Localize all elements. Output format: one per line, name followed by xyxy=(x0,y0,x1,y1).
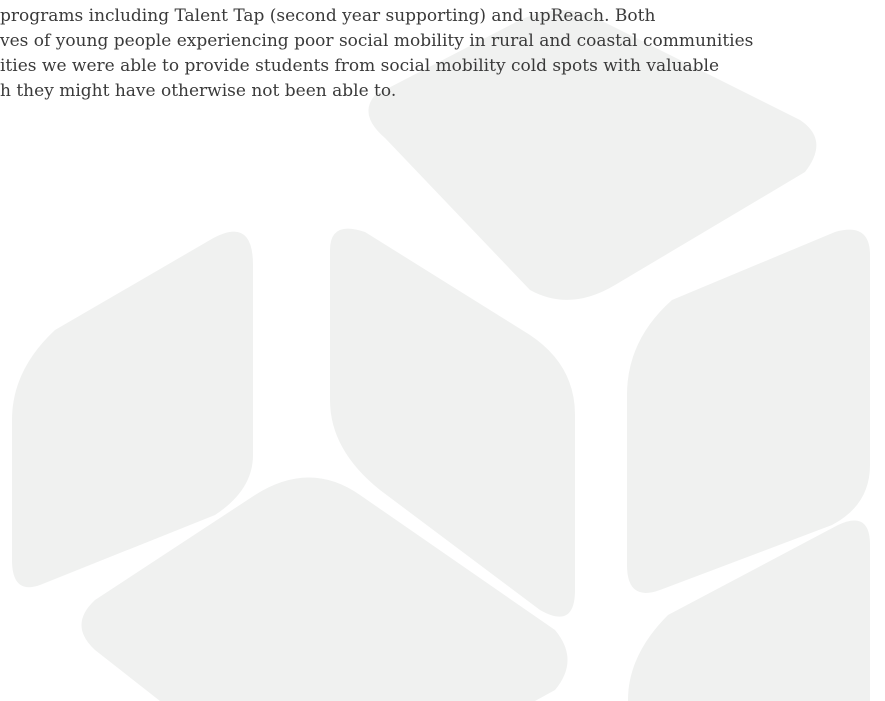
text-line-4: h they might have otherwise not been abl… xyxy=(0,81,397,101)
text-line-2: ves of young people experiencing poor so… xyxy=(0,31,754,51)
body-paragraph: programs including Talent Tap (second ye… xyxy=(0,4,885,104)
text-line-3: ities we were able to provide students f… xyxy=(0,56,720,76)
document-page: programs including Talent Tap (second ye… xyxy=(0,0,885,701)
text-line-1: programs including Talent Tap (second ye… xyxy=(0,6,656,26)
hexagon-pattern-background xyxy=(12,10,870,701)
